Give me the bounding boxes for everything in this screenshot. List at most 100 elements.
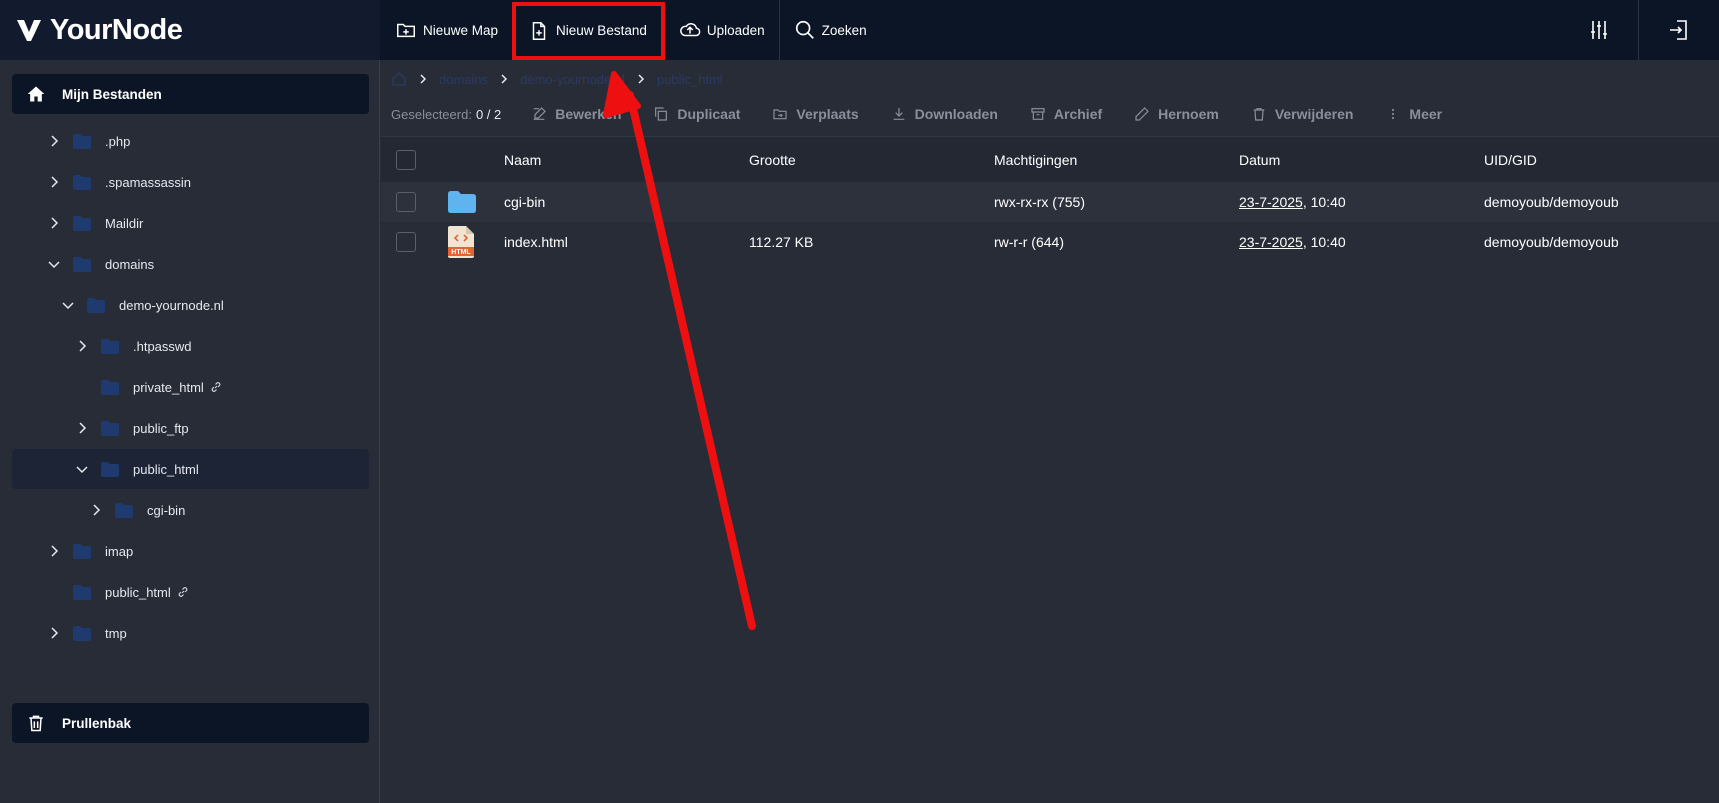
tree-toggle[interactable] [75,339,89,353]
table-body: cgi-bin rwx-rx-rx (755) 23-7-2025, 10:40 de… [381,182,1719,262]
duplicate-button[interactable]: Duplicaat [653,106,740,122]
tree-item-label: public_ftp [133,420,189,436]
pencil-icon [1135,107,1149,121]
tree-toggle[interactable] [47,216,61,230]
tree-item[interactable]: cgi-bin [12,490,369,530]
row-checkbox[interactable] [396,192,416,212]
folder-icon [73,584,91,600]
sidebar-trash[interactable]: Prullenbak [12,703,369,743]
breadcrumb-item[interactable]: public_html [657,72,723,87]
tree-item[interactable]: imap [12,531,369,571]
tree-item[interactable]: .spamassassin [12,162,369,202]
download-button[interactable]: Downloaden [891,106,998,122]
tree-toggle[interactable] [47,134,61,148]
table-row[interactable]: HTML index.html 112.27 KB rw-r-r (644) 23-7-… [381,222,1719,262]
tree-toggle[interactable] [61,298,75,312]
file-name[interactable]: index.html [504,234,749,250]
file-name[interactable]: cgi-bin [504,194,749,210]
tree-toggle[interactable] [47,175,61,189]
folder-plus-icon [397,23,415,38]
time-text: , 10:40 [1302,234,1346,250]
file-table: Naam Grootte Machtigingen Datum UID/GID … [381,136,1719,262]
selected-count: 0 / 2 [475,106,502,122]
table-row[interactable]: cgi-bin rwx-rx-rx (755) 23-7-2025, 10:40 de… [381,182,1719,222]
toolbar: Nieuwe Map Nieuw Bestand Uploaden Zoeken [381,0,881,60]
chevron-right-icon [51,176,59,188]
date-link[interactable]: 23-7-2025 [1239,194,1303,210]
tree-item[interactable]: public_html [12,572,369,612]
tree-item-label: domains [105,256,155,272]
search-button[interactable]: Zoeken [780,0,881,60]
logout-button[interactable] [1639,0,1719,60]
tree-toggle[interactable] [47,257,61,271]
logo[interactable]: YourNode [0,0,380,60]
tree-item[interactable]: domains [12,244,369,284]
more-button[interactable]: Meer [1385,106,1442,122]
folder-icon [73,174,91,190]
top-bar: YourNode Nieuwe Map Nieuw Bestand Upload… [0,0,1719,60]
tree-toggle[interactable] [47,544,61,558]
select-all-checkbox[interactable] [396,149,416,170]
tree-item-label: .spamassassin [105,174,191,190]
tree-toggle[interactable] [75,421,89,435]
folder-icon [101,461,119,477]
tree-toggle[interactable] [75,462,89,476]
date-link[interactable]: 23-7-2025 [1239,234,1303,250]
rename-button[interactable]: Hernoem [1134,106,1219,122]
chevron-right-icon [51,627,59,639]
column-header-name[interactable]: Naam [504,152,749,168]
column-header-uid-gid[interactable]: UID/GID [1484,152,1719,168]
breadcrumb-item[interactable]: demo-yournode.nl [520,72,625,87]
tree-toggle[interactable] [47,626,61,640]
column-header-size[interactable]: Grootte [749,152,994,168]
folder-icon [73,256,91,272]
tree-item-label: .htpasswd [133,338,192,354]
chevron-right-icon [638,74,644,84]
column-header-permissions[interactable]: Machtigingen [994,152,1239,168]
tree-item[interactable]: .htpasswd [12,326,369,366]
file-permissions[interactable]: rwx-rx-rx (755) [994,194,1239,210]
chevron-right-icon [51,135,59,147]
breadcrumb-home-icon[interactable] [391,71,407,87]
tree-item[interactable]: demo-yournode.nl [12,285,369,325]
right-tools [1559,0,1719,60]
chevron-right-icon [51,217,59,229]
folder-icon [448,191,476,213]
archive-button[interactable]: Archief [1030,106,1102,122]
new-folder-button[interactable]: Nieuwe Map [381,0,512,60]
tree-item-label: tmp [105,625,127,641]
sidebar-my-files[interactable]: Mijn Bestanden [12,74,369,114]
delete-button[interactable]: Verwijderen [1251,106,1353,122]
file-date: 23-7-2025, 10:40 [1239,234,1484,250]
search-icon [795,20,814,39]
move-button[interactable]: Verplaats [772,106,859,122]
settings-button[interactable] [1559,0,1639,60]
new-file-button[interactable]: Nieuw Bestand [512,1,665,60]
tree-toggle[interactable] [89,503,103,517]
file-permissions[interactable]: rw-r-r (644) [994,234,1239,250]
chevron-right-icon [420,74,427,84]
more-vertical-icon [1392,108,1395,120]
trash-icon [1253,108,1265,121]
tree-item[interactable]: Maildir [12,203,369,243]
breadcrumb-item[interactable]: domains [439,72,488,87]
download-icon [893,108,905,120]
row-checkbox[interactable] [396,232,416,252]
tree-item[interactable]: private_html [12,367,369,407]
tree-item[interactable]: .php [12,121,369,161]
duplicate-label: Duplicaat [677,106,741,122]
column-header-date[interactable]: Datum [1239,152,1484,168]
breadcrumb: domains demo-yournode.nl public_html [391,71,723,87]
tree-toggle [75,380,89,394]
upload-button[interactable]: Uploaden [665,0,779,60]
archive-label: Archief [1053,106,1103,122]
chevron-right-icon [93,504,101,516]
folder-icon [73,215,91,231]
tree-item[interactable]: tmp [12,613,369,653]
search-label: Zoeken [821,22,867,38]
tree-item-label: public_html [133,461,199,477]
tree-item[interactable]: public_html [12,449,369,489]
cloud-upload-icon [679,23,701,37]
edit-button[interactable]: Bewerken [531,106,621,122]
tree-item[interactable]: public_ftp [12,408,369,448]
